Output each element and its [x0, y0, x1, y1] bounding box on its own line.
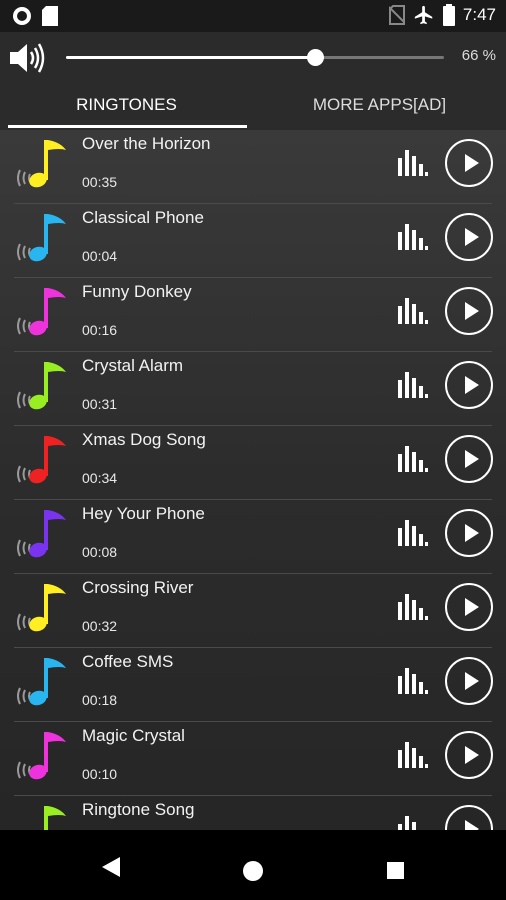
- battery-icon: [442, 4, 455, 26]
- music-note-icon: [17, 288, 66, 336]
- ringtone-title: Magic Crystal: [82, 726, 185, 745]
- ringtone-title: Hey Your Phone: [82, 504, 205, 523]
- equalizer-icon[interactable]: [396, 666, 428, 694]
- ringtone-duration: 00:32: [82, 618, 118, 634]
- clock-time: 7:47: [462, 5, 496, 24]
- ringtone-duration: 00:16: [82, 322, 118, 338]
- speaker-icon[interactable]: [8, 40, 46, 76]
- list-item[interactable]: Ringtone Song: [14, 796, 493, 830]
- play-button[interactable]: [445, 435, 493, 483]
- tab-bar: RINGTONES MORE APPS[AD]: [0, 84, 506, 130]
- play-button[interactable]: [445, 361, 493, 409]
- list-item[interactable]: Crystal Alarm 00:31: [14, 352, 493, 426]
- equalizer-icon[interactable]: [396, 592, 428, 620]
- ringtone-list[interactable]: Over the Horizon 00:35 Classical Phone 00:0…: [0, 130, 506, 830]
- ringtone-duration: 00:35: [82, 174, 118, 190]
- ringtone-duration: 00:10: [82, 766, 118, 782]
- ringtone-duration: 00:04: [82, 248, 118, 264]
- music-note-icon: [44, 806, 66, 830]
- ringtone-title: Crossing River: [82, 578, 194, 597]
- play-button[interactable]: [445, 731, 493, 779]
- play-button[interactable]: [445, 805, 493, 830]
- list-item[interactable]: Magic Crystal 00:10: [14, 722, 493, 796]
- ringtone-duration: 00:31: [82, 396, 118, 412]
- ringtone-duration: 00:08: [82, 544, 118, 560]
- list-item[interactable]: Over the Horizon 00:35: [14, 130, 493, 204]
- back-icon[interactable]: [102, 857, 120, 877]
- list-item[interactable]: Crossing River 00:32: [14, 574, 493, 648]
- ringtone-title: Coffee SMS: [82, 652, 174, 671]
- music-note-icon: [17, 140, 66, 188]
- equalizer-icon[interactable]: [396, 148, 428, 176]
- airplane-icon: [414, 5, 433, 25]
- music-note-icon: [17, 436, 66, 484]
- tab-more-apps[interactable]: MORE APPS[AD]: [253, 84, 506, 130]
- play-button[interactable]: [445, 213, 493, 261]
- music-note-icon: [17, 584, 66, 632]
- ringtone-title: Ringtone Song: [82, 800, 195, 819]
- status-bar: 7:47: [0, 0, 506, 32]
- music-note-icon: [17, 658, 66, 706]
- volume-control: 66 %: [0, 32, 506, 84]
- navigation-bar: [0, 830, 506, 900]
- tab-ringtones[interactable]: RINGTONES: [0, 84, 253, 130]
- volume-slider-thumb[interactable]: [307, 49, 325, 66]
- list-item[interactable]: Xmas Dog Song 00:34: [14, 426, 493, 500]
- ringtone-title: Funny Donkey: [82, 282, 192, 301]
- equalizer-icon[interactable]: [396, 740, 428, 768]
- ringtone-title: Over the Horizon: [82, 134, 211, 153]
- music-note-icon: [17, 362, 66, 410]
- equalizer-icon[interactable]: [396, 814, 428, 830]
- equalizer-icon[interactable]: [396, 370, 428, 398]
- ringtone-duration: 00:34: [82, 470, 118, 486]
- ringtone-title: Crystal Alarm: [82, 356, 184, 375]
- play-button[interactable]: [445, 657, 493, 705]
- volume-percent-label: 66 %: [461, 47, 496, 64]
- no-sim-icon: [388, 5, 405, 25]
- list-item[interactable]: Hey Your Phone 00:08: [14, 500, 493, 574]
- volume-slider[interactable]: [66, 49, 444, 66]
- music-note-icon: [17, 732, 66, 780]
- equalizer-icon[interactable]: [396, 518, 428, 546]
- list-item[interactable]: Classical Phone 00:04: [14, 204, 493, 278]
- equalizer-icon[interactable]: [396, 222, 428, 250]
- play-button[interactable]: [445, 583, 493, 631]
- equalizer-icon[interactable]: [396, 444, 428, 472]
- music-note-icon: [17, 510, 66, 558]
- list-item[interactable]: Funny Donkey 00:16: [14, 278, 493, 352]
- list-item[interactable]: Coffee SMS 00:18: [14, 648, 493, 722]
- circle-record-icon: [13, 7, 31, 25]
- play-button[interactable]: [445, 287, 493, 335]
- music-note-icon: [17, 214, 66, 262]
- equalizer-icon[interactable]: [396, 296, 428, 324]
- ringtone-title: Classical Phone: [82, 208, 204, 227]
- sd-card-icon: [42, 6, 58, 26]
- ringtone-title: Xmas Dog Song: [82, 430, 206, 449]
- home-icon[interactable]: [243, 861, 263, 881]
- recents-icon[interactable]: [387, 862, 404, 879]
- play-button[interactable]: [445, 139, 493, 187]
- play-button[interactable]: [445, 509, 493, 557]
- ringtone-duration: 00:18: [82, 692, 118, 708]
- volume-slider-fill: [66, 56, 316, 59]
